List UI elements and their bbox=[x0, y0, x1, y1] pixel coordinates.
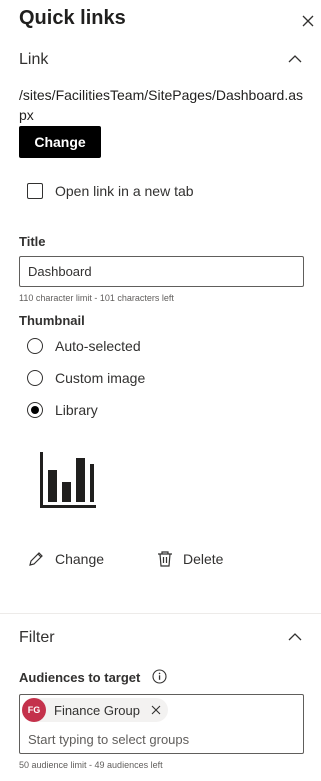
remove-group-icon[interactable] bbox=[150, 704, 162, 716]
title-char-hint: 110 character limit - 101 characters lef… bbox=[19, 293, 174, 303]
info-icon[interactable] bbox=[152, 669, 167, 684]
radio-button-selected[interactable] bbox=[27, 402, 43, 418]
new-tab-checkbox[interactable]: Open link in a new tab bbox=[27, 183, 194, 199]
delete-thumbnail-button[interactable]: Delete bbox=[157, 550, 223, 568]
panel-title: Quick links bbox=[19, 7, 126, 29]
radio-label: Custom image bbox=[55, 370, 146, 386]
bar-chart-icon bbox=[40, 452, 96, 508]
chevron-up-icon[interactable] bbox=[288, 632, 302, 642]
new-tab-label: Open link in a new tab bbox=[55, 183, 194, 199]
audience-search-input[interactable] bbox=[28, 729, 293, 749]
audiences-label: Audiences to target bbox=[19, 670, 141, 685]
link-section-heading: Link bbox=[19, 51, 49, 68]
title-label: Title bbox=[19, 234, 46, 249]
change-link-button[interactable]: Change bbox=[19, 126, 101, 158]
radio-button[interactable] bbox=[27, 338, 43, 354]
change-thumbnail-button[interactable]: Change bbox=[27, 550, 104, 568]
audience-limit-hint: 50 audience limit - 49 audiences left bbox=[19, 760, 163, 770]
group-avatar: FG bbox=[22, 698, 46, 722]
chevron-up-icon[interactable] bbox=[288, 54, 302, 64]
radio-custom-image[interactable]: Custom image bbox=[27, 370, 145, 386]
close-icon[interactable] bbox=[300, 13, 316, 29]
link-url: /sites/FacilitiesTeam/SitePages/Dashboar… bbox=[19, 87, 304, 123]
section-divider bbox=[0, 613, 321, 614]
title-input[interactable] bbox=[19, 256, 304, 287]
selected-group-pill: FG Finance Group bbox=[22, 698, 168, 722]
delete-thumbnail-label: Delete bbox=[183, 551, 224, 567]
change-thumbnail-label: Change bbox=[55, 551, 105, 567]
trash-icon bbox=[158, 551, 172, 567]
radio-library[interactable]: Library bbox=[27, 402, 98, 418]
radio-label: Auto-selected bbox=[55, 338, 141, 354]
filter-section-heading: Filter bbox=[19, 629, 55, 646]
radio-button[interactable] bbox=[27, 370, 43, 386]
checkbox-box[interactable] bbox=[27, 183, 43, 199]
radio-label: Library bbox=[55, 402, 98, 418]
group-name: Finance Group bbox=[54, 702, 140, 718]
edit-icon bbox=[29, 552, 43, 566]
thumbnail-label: Thumbnail bbox=[19, 313, 85, 328]
radio-auto-selected[interactable]: Auto-selected bbox=[27, 338, 141, 354]
audience-picker[interactable]: FG Finance Group bbox=[19, 694, 304, 754]
